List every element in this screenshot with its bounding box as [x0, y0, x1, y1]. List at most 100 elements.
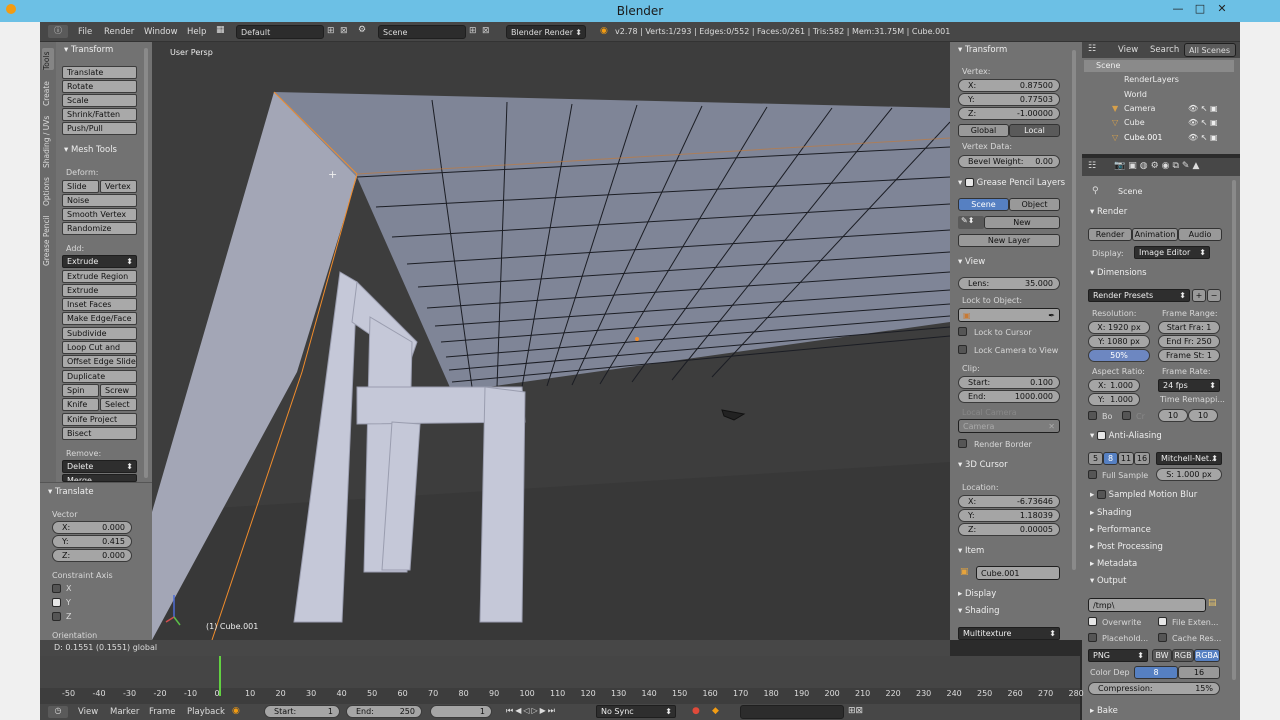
translate-button[interactable]: Translate [62, 66, 137, 79]
aa-header[interactable]: ▾ Anti-Aliasing [1090, 431, 1162, 441]
placeholders-checkbox[interactable] [1088, 633, 1097, 642]
timeline-marker-menu[interactable]: Marker [110, 707, 139, 717]
knife-select-button[interactable]: Select [100, 398, 137, 411]
remove-scene-icon[interactable]: ⊠ [482, 26, 490, 36]
outliner-editor-icon[interactable]: ☷ [1088, 44, 1096, 54]
eyedropper-icon[interactable]: ✒ [1048, 310, 1055, 321]
format-select[interactable]: PNG ⬍ [1088, 649, 1148, 662]
depth-16-button[interactable]: 16 [1178, 666, 1220, 679]
outliner-filter-select[interactable]: All Scenes [1184, 43, 1236, 57]
transform-panel-header[interactable]: ▾ Transform [64, 45, 113, 55]
n-transform-header[interactable]: ▾ Transform [958, 45, 1007, 55]
timeline[interactable]: -50 -40 -30 -20 -10 0 10 20 30 40 50 60 70 80 90 100 110… [40, 656, 1084, 704]
operator-z-field[interactable]: Z: 0.000 [52, 549, 132, 562]
current-frame-input[interactable]: 1 [430, 705, 492, 718]
local-camera-field[interactable]: Camera ✕ [958, 419, 1060, 433]
loop-cut-button[interactable]: Loop Cut and Slide [62, 341, 137, 363]
render-button[interactable]: Render [1088, 228, 1132, 241]
playback-controls-icon[interactable]: ⏮◀◁▷▶⏭ [506, 706, 557, 716]
outliner-camera[interactable]: Camera [1124, 104, 1155, 113]
shrink-fatten-button[interactable]: Shrink/Fatten [62, 108, 137, 121]
end-frame-field[interactable]: End Fr: 250 [1158, 335, 1220, 348]
add-scene-icon[interactable]: ⊞ [469, 26, 477, 36]
knife-button[interactable]: Knife [62, 398, 99, 411]
inset-faces-button[interactable]: Inset Faces [62, 298, 137, 311]
vertex-slide-button[interactable]: Vertex [100, 180, 137, 193]
output-header[interactable]: ▾ Output [1090, 576, 1127, 586]
constraint-z-checkbox[interactable] [52, 612, 61, 621]
delete-button[interactable]: Delete ⬍ [62, 460, 137, 473]
smooth-vertex-button[interactable]: Smooth Vertex [62, 208, 137, 221]
extrude-individual-button[interactable]: Extrude Individual [62, 284, 137, 306]
audio-button[interactable]: Audio [1178, 228, 1222, 241]
editor-type-icon[interactable]: ⓘ [48, 25, 68, 38]
operator-x-field[interactable]: X: 0.000 [52, 521, 132, 534]
slide-edge-button[interactable]: Slide Ed [62, 180, 99, 202]
menu-file[interactable]: File [78, 27, 92, 37]
aa-checkbox[interactable] [1096, 431, 1106, 440]
bw-button[interactable]: BW [1152, 649, 1172, 662]
clip-start-field[interactable]: Start: 0.100 [958, 376, 1060, 389]
viewport-scene[interactable]: + [152, 42, 950, 640]
gp-enable-checkbox[interactable] [964, 178, 974, 187]
local-button[interactable]: Local [1009, 124, 1060, 137]
full-sample-checkbox[interactable] [1088, 470, 1097, 479]
cursor-header[interactable]: ▾ 3D Cursor [958, 460, 1008, 470]
npanel-scrollbar[interactable] [1072, 50, 1076, 570]
crop-checkbox[interactable] [1122, 411, 1131, 420]
gp-pencil-icon[interactable]: ✎⬍ [958, 216, 984, 229]
end-frame-input[interactable]: End: 250 [346, 705, 422, 718]
post-processing-header[interactable]: ▸ Post Processing [1090, 542, 1163, 552]
tab-shading-uvs[interactable]: Shading / UVs [42, 110, 51, 168]
add-layout-icon[interactable]: ⊞ [327, 26, 335, 36]
render-border-checkbox[interactable] [958, 439, 967, 448]
remove-layout-icon[interactable]: ⊠ [340, 26, 348, 36]
screen-layout-field[interactable]: Default [236, 25, 324, 39]
aspect-x-field[interactable]: X: 1.000 [1088, 379, 1140, 392]
menu-window[interactable]: Window [144, 27, 178, 37]
aspect-y-field[interactable]: Y: 1.000 [1088, 393, 1140, 406]
render-header[interactable]: ▾ Render [1090, 207, 1127, 217]
timeline-editor-icon[interactable]: ◷ [48, 706, 68, 718]
close-icon[interactable]: ✕ [1212, 2, 1232, 18]
shading-header[interactable]: ▾ Shading [958, 606, 1000, 616]
outliner-scene[interactable]: Scene [1096, 61, 1120, 70]
minimize-icon[interactable]: — [1168, 2, 1188, 18]
gp-scene-button[interactable]: Scene [958, 198, 1009, 211]
vertex-z-field[interactable]: Z: -1.00000 [958, 107, 1060, 120]
fps-select[interactable]: 24 fps ⬍ [1158, 379, 1220, 392]
constraint-y-checkbox[interactable] [52, 598, 61, 607]
performance-header[interactable]: ▸ Performance [1090, 525, 1151, 535]
frame-step-field[interactable]: Frame St: 1 [1158, 349, 1220, 362]
outliner-search-menu[interactable]: Search [1150, 45, 1179, 55]
spin-button[interactable]: Spin [62, 384, 99, 397]
remap-new-field[interactable]: 10 [1188, 409, 1218, 422]
duplicate-button[interactable]: Duplicate [62, 370, 137, 383]
overwrite-checkbox[interactable] [1088, 617, 1097, 626]
subdivide-button[interactable]: Subdivide [62, 327, 137, 340]
constraint-x-checkbox[interactable] [52, 584, 61, 593]
tab-tools[interactable]: Tools [42, 50, 51, 70]
item-header[interactable]: ▾ Item [958, 546, 984, 556]
cursor-x-field[interactable]: X: -6.73646 [958, 495, 1060, 508]
menu-help[interactable]: Help [187, 27, 206, 37]
noise-button[interactable]: Noise [62, 194, 137, 207]
lock-object-field[interactable]: ▣ ✒ [958, 308, 1060, 322]
add-preset-icon[interactable]: + [1192, 289, 1206, 302]
timeline-view-menu[interactable]: View [78, 707, 98, 717]
push-pull-button[interactable]: Push/Pull [62, 122, 137, 135]
folder-icon[interactable]: ▤ [1208, 598, 1217, 608]
dimensions-header[interactable]: ▾ Dimensions [1090, 268, 1147, 278]
gp-new-button[interactable]: New [984, 216, 1060, 229]
rgb-button[interactable]: RGB [1172, 649, 1194, 662]
insert-key-icon[interactable]: ⊞⊠ [848, 706, 863, 716]
metadata-header[interactable]: ▸ Metadata [1090, 559, 1137, 569]
outliner-view-menu[interactable]: View [1118, 45, 1138, 55]
animation-button[interactable]: Animation [1132, 228, 1178, 241]
sync-select[interactable]: No Sync ⬍ [596, 705, 676, 718]
res-percent-field[interactable]: 50% [1088, 349, 1150, 362]
bake-header[interactable]: ▸ Bake [1090, 706, 1118, 716]
global-button[interactable]: Global [958, 124, 1009, 137]
remap-old-field[interactable]: 10 [1158, 409, 1188, 422]
outliner-cube001[interactable]: Cube.001 [1124, 133, 1162, 142]
